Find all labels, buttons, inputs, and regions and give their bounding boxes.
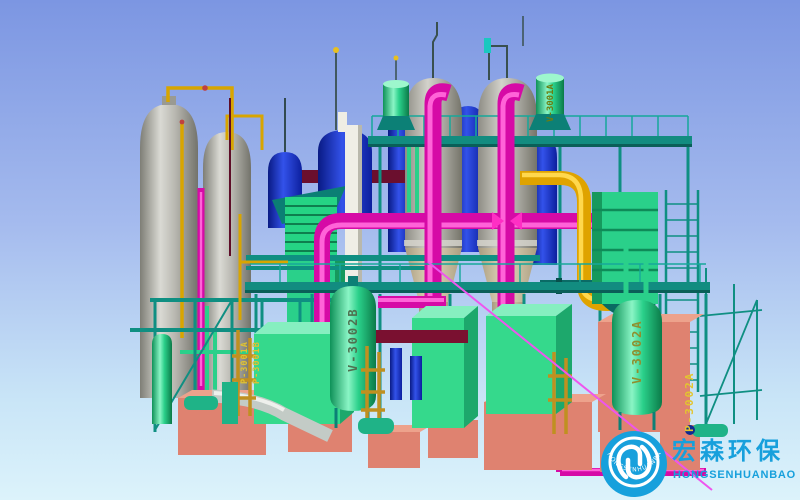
vent-tip [333,47,339,53]
slim-green-vessel [152,334,172,424]
blue-mini-pump-1 [390,348,402,400]
pump-motor-center [358,418,394,434]
logo-latin-name: HONGSENHUANBAO [673,469,796,481]
vessel-v3002a-label: V-3002A [630,319,644,384]
cyan-top-fitting [484,38,491,53]
pump-motor-left [184,396,218,410]
pump-tag-p3001a: P-3001A [240,341,250,384]
pump-motor-right [692,424,728,437]
scene-canvas: V-3001A [0,0,800,500]
pump-body-left [222,382,238,424]
blue-mini-pump-2 [410,356,422,400]
pump-tag-p3001b: P-3001B [252,341,262,384]
pump-tag-p3002a: P-3002A [683,372,696,432]
vessel-v3002b-label: V-3002B [346,307,360,372]
vessel-v3001a-label: V-3001A [546,83,556,122]
green-box-tank-3 [486,304,572,414]
vent-tip-2 [394,56,399,61]
logo-chinese-name: 宏森环保 [672,437,784,465]
plant-3d-render: V-3001A [0,0,800,500]
vessel-v3002b: V-3002B [330,276,376,428]
